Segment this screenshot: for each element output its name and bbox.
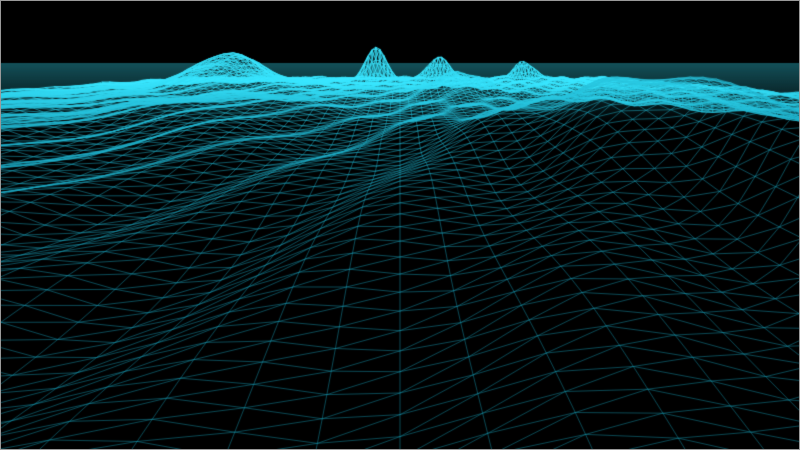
- wireframe-terrain-canvas: [1, 1, 799, 449]
- viewport-frame: [0, 0, 800, 450]
